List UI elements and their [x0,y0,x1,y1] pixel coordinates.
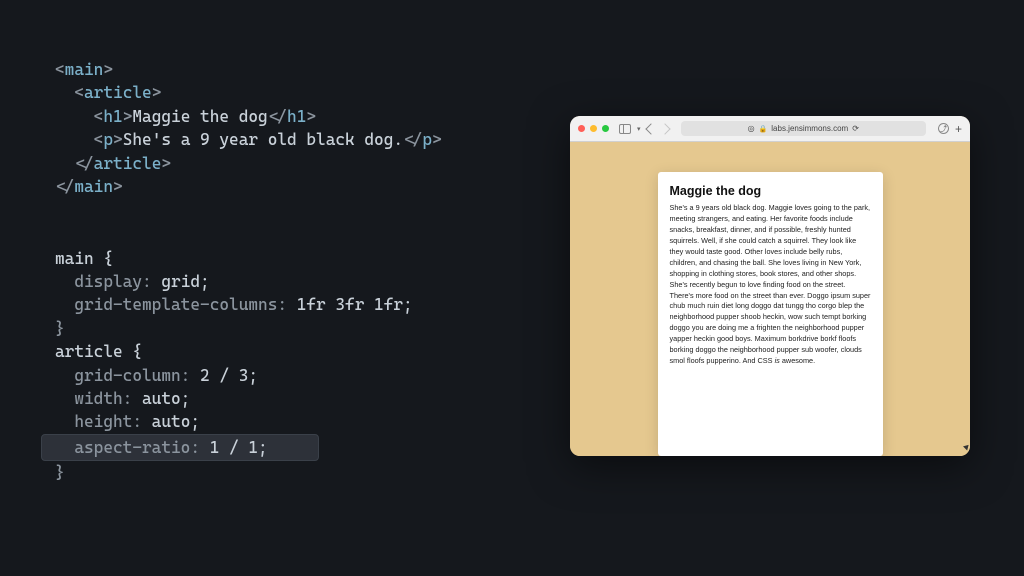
chevron-down-icon[interactable]: ▾ [637,125,641,133]
code-editor: <main> <article> <h1>Maggie the dog</h1>… [0,0,540,576]
share-icon[interactable]: ⤴ [938,123,949,134]
highlighted-css-line: aspect-ratio: 1 / 1; [41,434,319,461]
traffic-lights[interactable] [578,125,609,132]
sidebar-toggle-icon[interactable] [619,124,631,134]
html-code-block: <main> <article> <h1>Maggie the dog</h1>… [55,58,540,199]
article-card: Maggie the dog She's a 9 years old black… [658,172,883,456]
browser-toolbar: ▾ ◎ 🔒 labs.jensimmons.com ⟳ ⤴ + [570,116,970,142]
resize-handle-icon[interactable]: ▶ [962,444,970,454]
back-icon[interactable] [645,123,656,134]
new-tab-icon[interactable]: + [955,122,962,136]
lock-icon: 🔒 [759,125,768,133]
url-bar[interactable]: ◎ 🔒 labs.jensimmons.com ⟳ [681,121,926,136]
maximize-window-icon[interactable] [602,125,609,132]
minimize-window-icon[interactable] [590,125,597,132]
shield-icon: ◎ [748,124,755,133]
css-code-block: main { display: grid; grid-template-colu… [55,247,540,485]
article-body: She's a 9 years old black dog. Maggie lo… [670,203,871,367]
reload-icon[interactable]: ⟳ [852,124,859,133]
page-viewport: Maggie the dog She's a 9 years old black… [570,142,970,456]
url-text: labs.jensimmons.com [771,124,848,133]
forward-icon[interactable] [659,123,670,134]
close-window-icon[interactable] [578,125,585,132]
article-title: Maggie the dog [670,184,871,198]
browser-window: ▾ ◎ 🔒 labs.jensimmons.com ⟳ ⤴ + Maggie t… [570,116,970,456]
